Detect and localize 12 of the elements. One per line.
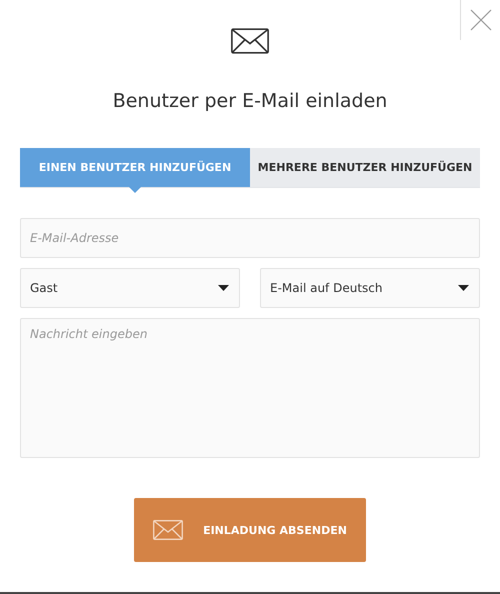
email-field[interactable]: E-Mail-Adresse	[20, 218, 480, 258]
tab-pointer-icon	[129, 187, 141, 193]
tab[interactable]: MEHRERE BENUTZER HINZUFÜGEN	[250, 148, 480, 187]
envelope-icon	[231, 28, 269, 54]
dialog-title: Benutzer per E-Mail einladen	[112, 90, 388, 112]
dropdown[interactable]: E-Mail auf Deutsch	[260, 268, 480, 308]
envelope-icon	[153, 520, 184, 540]
message-field[interactable]: Nachricht eingeben	[20, 318, 480, 458]
dropdown-caret-icon	[458, 285, 469, 291]
close-icon	[470, 9, 492, 31]
dropdown[interactable]: Gast	[20, 268, 240, 308]
dropdown-caret-icon	[218, 285, 229, 291]
